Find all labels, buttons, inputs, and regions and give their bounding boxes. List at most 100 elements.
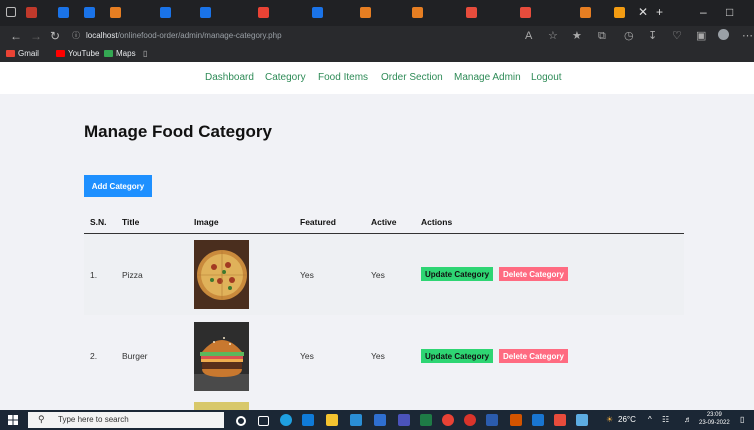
tray-chevron-icon[interactable]: ^ (648, 415, 652, 424)
network-icon[interactable]: ☷ (662, 415, 669, 424)
reload-icon[interactable]: ↻ (50, 29, 60, 43)
download-icon[interactable]: ↧ (648, 29, 657, 43)
forward-icon[interactable]: → (30, 29, 42, 43)
col-header-image: Image (194, 217, 219, 227)
notifications-icon[interactable]: ▯ (740, 415, 744, 424)
nav-category[interactable]: Category (265, 72, 306, 83)
add-category-button[interactable]: Add Category (84, 175, 152, 197)
taskbar-search[interactable]: ⚲ Type here to search (28, 412, 224, 428)
nav-logout[interactable]: Logout (531, 72, 562, 83)
tab-favicon-icon[interactable] (466, 7, 477, 18)
tab-favicon-icon[interactable] (580, 7, 591, 18)
taskbar: ⚲ Type here to search ☀ 26°C ^ ☷ ♬ 23:09… (0, 410, 754, 430)
tab-favicon-icon[interactable] (360, 7, 371, 18)
gmail-icon (6, 50, 15, 57)
bookmark-label: Maps (116, 49, 136, 58)
new-tab-icon[interactable]: + (656, 5, 663, 19)
weather-temperature[interactable]: 26°C (618, 415, 636, 424)
chrome-icon[interactable] (442, 414, 454, 426)
tab-favicon-icon[interactable] (26, 7, 37, 18)
history-icon[interactable]: ◷ (624, 29, 634, 43)
tab-favicon-icon[interactable] (520, 7, 531, 18)
word-icon[interactable] (486, 414, 498, 426)
cortana-icon[interactable] (236, 416, 246, 426)
cell-title: Pizza (122, 270, 143, 280)
bookmark-folder-icon[interactable]: ▯ (143, 48, 147, 59)
tab-favicon-icon[interactable] (258, 7, 269, 18)
tab-favicon-icon[interactable] (110, 7, 121, 18)
update-category-button[interactable]: Update Category (421, 349, 494, 363)
bookmark-youtube[interactable]: YouTube (56, 48, 99, 59)
excel-icon[interactable] (420, 414, 432, 426)
profile-avatar[interactable] (718, 29, 729, 40)
extensions-icon[interactable]: ♡ (672, 29, 682, 43)
bookmarks-bar: Gmail YouTube Maps ▯ (0, 46, 754, 62)
nav-manage-admin[interactable]: Manage Admin (454, 72, 521, 83)
favorite-icon[interactable]: ☆ (548, 29, 558, 43)
windows-start-icon[interactable] (8, 415, 18, 425)
col-header-title: Title (122, 217, 140, 227)
read-aloud-icon[interactable]: A (525, 29, 532, 43)
weather-icon[interactable]: ☀ (606, 415, 613, 424)
favorites-icon[interactable]: ★ (572, 29, 582, 43)
top-nav: Dashboard Category Food Items Order Sect… (0, 62, 754, 94)
bookmark-gmail[interactable]: Gmail (6, 48, 39, 59)
collections-icon[interactable]: ⧉ (598, 29, 606, 43)
url-host: localhost (86, 31, 118, 40)
tab-favicon-icon[interactable] (58, 7, 69, 18)
tab-favicon-icon[interactable] (312, 7, 323, 18)
nav-food-items[interactable]: Food Items (318, 72, 368, 83)
delete-category-button[interactable]: Delete Category (499, 349, 568, 363)
app-icon[interactable] (576, 414, 588, 426)
volume-icon[interactable]: ♬ (684, 415, 692, 424)
cell-featured: Yes (300, 351, 314, 361)
clock-date: 23-09-2022 (699, 420, 730, 426)
url-path: /onlinefood-order/admin/manage-category.… (117, 31, 282, 40)
store-icon[interactable] (302, 414, 314, 426)
close-tab-icon[interactable]: ✕ (638, 5, 648, 19)
teams-icon[interactable] (398, 414, 410, 426)
burger-image (194, 322, 249, 391)
cell-sn: 2. (90, 351, 98, 361)
search-icon: ⚲ (38, 414, 45, 424)
bookmark-maps[interactable]: Maps (104, 48, 136, 59)
screenshot-icon[interactable]: ▣ (696, 29, 706, 43)
url-field[interactable]: ⓘ localhost/onlinefood-order/admin/manage… (72, 30, 282, 41)
col-header-active: Active (371, 217, 397, 227)
taskbar-clock[interactable]: 23:09 23-09-2022 (699, 411, 730, 427)
app-icon[interactable] (510, 414, 522, 426)
nav-order-section[interactable]: Order Section (381, 72, 443, 83)
partial-row-image (194, 402, 249, 410)
tab-actions-icon[interactable] (6, 7, 16, 17)
tab-favicon-icon[interactable] (412, 7, 423, 18)
cell-active: Yes (371, 270, 385, 280)
nav-dashboard[interactable]: Dashboard (205, 72, 254, 83)
pizza-image (194, 240, 249, 309)
opera-icon[interactable] (464, 414, 476, 426)
restore-icon[interactable]: □ (726, 5, 733, 19)
back-icon[interactable]: ← (10, 29, 22, 43)
tab-favicon-icon[interactable] (200, 7, 211, 18)
file-explorer-icon[interactable] (326, 414, 338, 426)
page-title: Manage Food Category (84, 122, 272, 141)
update-category-button[interactable]: Update Category (421, 267, 494, 281)
tab-favicon-icon[interactable] (84, 7, 95, 18)
active-tab-favicon-icon[interactable] (614, 7, 625, 18)
app-icon[interactable] (554, 414, 566, 426)
minimize-icon[interactable]: – (700, 5, 707, 19)
delete-category-button[interactable]: Delete Category (499, 267, 568, 281)
search-placeholder: Type here to search (58, 415, 129, 424)
cell-sn: 1. (90, 270, 98, 280)
app-icon[interactable] (532, 414, 544, 426)
vscode-icon[interactable] (350, 414, 362, 426)
cell-title: Burger (122, 351, 148, 361)
cell-featured: Yes (300, 270, 314, 280)
edge-icon[interactable] (280, 414, 292, 426)
youtube-icon (56, 50, 65, 57)
mail-icon[interactable] (374, 414, 386, 426)
task-view-icon[interactable] (258, 416, 269, 426)
cell-active: Yes (371, 351, 385, 361)
more-menu-icon[interactable]: ⋯ (742, 29, 753, 43)
bookmark-label: Gmail (18, 49, 39, 58)
tab-favicon-icon[interactable] (160, 7, 171, 18)
